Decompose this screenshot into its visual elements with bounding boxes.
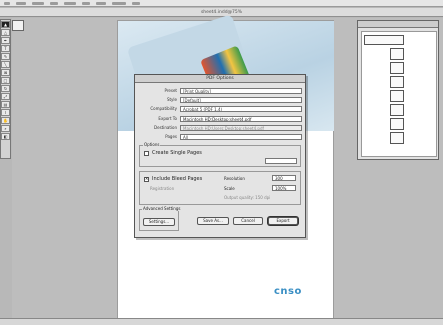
pencil-tool-icon[interactable]: ✎ <box>1 53 10 60</box>
bleed-label: Include Bleed Pages <box>152 176 203 182</box>
pdf-options-dialog: PDF Options Preset [Print Quality] Style… <box>134 74 306 238</box>
compatibility-label: Compatibility <box>150 106 177 111</box>
eyedropper-tool-icon[interactable]: ⌇ <box>1 109 10 116</box>
scale-tool-icon[interactable]: ⤢ <box>1 93 10 100</box>
bleed-group: Include Bleed Pages Registration Resolut… <box>139 171 301 205</box>
navigator-panel <box>357 20 439 160</box>
destination-label: Destination <box>154 125 177 130</box>
single-pages-checkbox[interactable] <box>144 150 149 156</box>
pen-tool-icon[interactable]: ✒ <box>1 37 10 44</box>
pages-row: Pages All <box>139 133 302 140</box>
navigator-box <box>390 90 404 102</box>
preset-row: Preset [Print Quality] <box>139 87 302 94</box>
navigator-box <box>390 48 404 60</box>
navigator-box <box>390 62 404 74</box>
navigator-box <box>390 118 404 130</box>
scale-label: Scale <box>224 186 235 191</box>
navigator-view[interactable] <box>361 31 437 157</box>
style-row: Style [Default] <box>139 96 302 103</box>
options-group-label: Options <box>143 142 161 147</box>
export-field[interactable]: Macintosh HD:Desktop:sheet4.pdf <box>180 115 302 122</box>
export-row: Export To Macintosh HD:Desktop:sheet4.pd… <box>139 115 302 122</box>
bleed-checkbox[interactable] <box>144 176 149 182</box>
selection-tool-icon[interactable]: ▲ <box>1 21 10 28</box>
zoom-tool-icon[interactable]: ⌕ <box>1 125 10 132</box>
registration-label: Registration <box>150 186 175 191</box>
menu-bar[interactable] <box>0 0 443 7</box>
hand-tool-icon[interactable]: ✋ <box>1 117 10 124</box>
scale-field[interactable]: 100% <box>272 185 296 191</box>
pages-label: Pages <box>165 134 177 139</box>
navigator-box <box>390 104 404 116</box>
compatibility-popup[interactable]: Acrobat 5 (PDF 1.4) <box>180 105 302 112</box>
navigator-title-bar[interactable] <box>358 21 438 28</box>
gradient-tool-icon[interactable]: ▤ <box>1 101 10 108</box>
advanced-group: Advanced Settings Settings... <box>139 206 182 231</box>
resolution-field[interactable]: 300 <box>272 175 296 181</box>
resolution-label: Resolution <box>224 176 245 181</box>
advanced-label: Advanced Settings <box>142 206 182 211</box>
navigator-box <box>390 132 404 144</box>
quality-note: Output quality: 150 dpi <box>224 195 271 200</box>
navigator-box <box>364 35 404 45</box>
rectangle-tool-icon[interactable]: □ <box>1 77 10 84</box>
destination-row: Destination Macintosh HD:Users:Desktop:s… <box>139 124 302 131</box>
line-tool-icon[interactable]: ╲ <box>1 61 10 68</box>
single-pages-field[interactable] <box>265 158 297 164</box>
compatibility-row: Compatibility Acrobat 5 (PDF 1.4) <box>139 105 302 112</box>
cancel-button[interactable]: Cancel <box>233 217 263 225</box>
toolbox: ▲ △ ✒ T ✎ ╲ ⊠ □ ↻ ⤢ ▤ ⌇ ✋ ⌕ ◧ <box>0 19 11 159</box>
status-bar <box>0 318 443 325</box>
fill-stroke-icon[interactable]: ◧ <box>1 133 10 140</box>
style-label: Style <box>166 97 177 102</box>
navigator-box <box>390 76 404 88</box>
color-swatch[interactable] <box>12 20 24 31</box>
window-title: sheet4.indd@75% <box>0 8 443 17</box>
preset-label: Preset <box>164 88 177 93</box>
settings-button[interactable]: Settings... <box>143 218 175 226</box>
style-popup[interactable]: [Default] <box>180 96 302 103</box>
options-group: Options Create Single Pages <box>139 142 301 167</box>
rectangle-frame-tool-icon[interactable]: ⊠ <box>1 69 10 76</box>
single-pages-label: Create Single Pages <box>152 150 202 156</box>
type-tool-icon[interactable]: T <box>1 45 10 52</box>
direct-select-tool-icon[interactable]: △ <box>1 29 10 36</box>
dialog-title: PDF Options <box>135 75 305 83</box>
export-button[interactable]: Export <box>268 217 298 225</box>
pages-popup[interactable]: All <box>180 133 302 140</box>
export-label: Export To <box>158 116 177 121</box>
preset-popup[interactable]: [Print Quality] <box>180 87 302 94</box>
page-logo: cnso <box>274 286 302 297</box>
destination-field: Macintosh HD:Users:Desktop:sheet4.pdf <box>180 124 302 131</box>
rotate-tool-icon[interactable]: ↻ <box>1 85 10 92</box>
save-as-button[interactable]: Save As... <box>197 217 229 225</box>
